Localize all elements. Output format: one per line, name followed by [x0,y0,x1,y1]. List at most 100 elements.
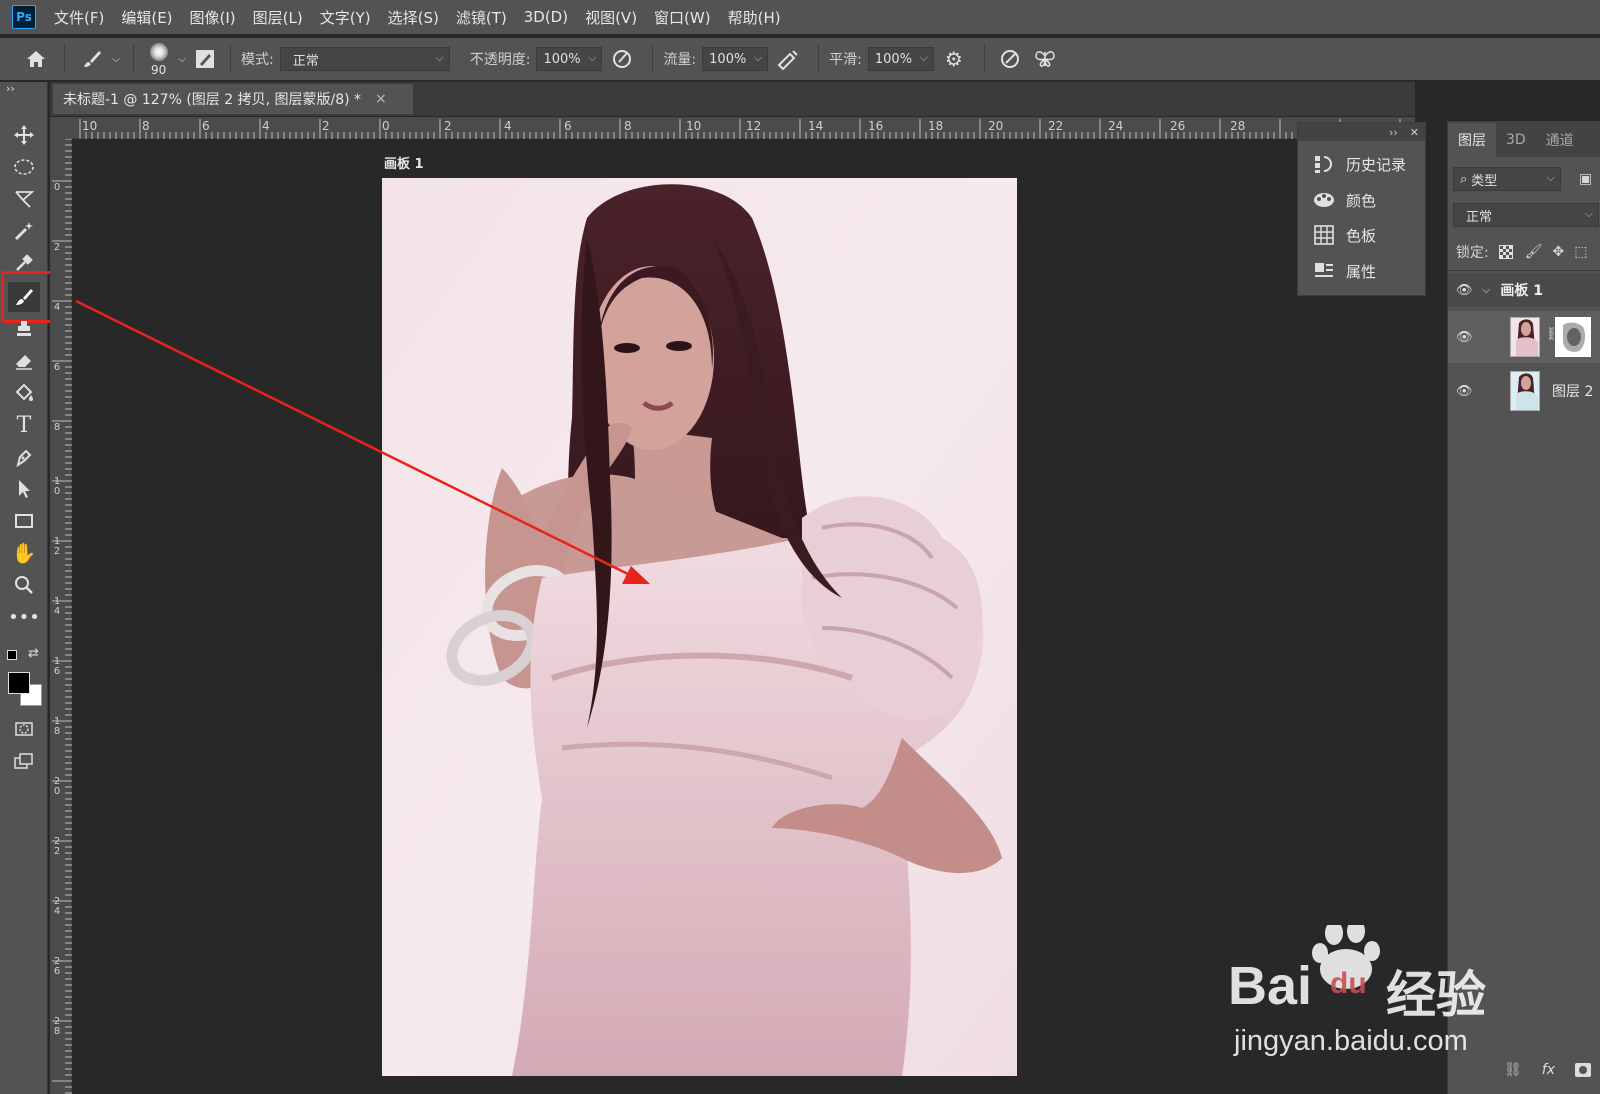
ruler-label: 1 8 [53,716,61,737]
layer-group-artboard[interactable]: 👁 ⌵ 画板 1 [1448,273,1600,307]
ruler-label: 1 6 [53,656,61,677]
zoom-tool-icon[interactable] [8,570,40,600]
vertical-ruler[interactable]: 0 2 4 6 8 1 0 1 2 1 4 1 6 1 8 2 0 2 2 2 … [50,139,72,1094]
layer-filter-dropdown[interactable]: ⌕ 类型 ⌵ [1453,167,1561,191]
lock-position-icon[interactable]: ✥ [1553,244,1565,260]
smoothing-field[interactable]: 100% ⌵ [867,47,934,71]
opacity-label: 不透明度: [469,52,531,68]
panel-swatches[interactable]: 色板 [1312,224,1376,246]
ruler-label: 8 [142,119,150,133]
lasso-tool-icon[interactable] [8,184,40,214]
panel-properties[interactable]: 属性 [1312,260,1376,282]
brush-settings-panel-icon[interactable] [190,48,220,70]
paint-bucket-tool-icon[interactable] [8,378,40,408]
history-icon [1312,153,1336,175]
close-icon[interactable]: ✕ [1410,126,1419,139]
ruler-label: 6 [53,362,61,373]
brush-size-preview[interactable]: 90 [144,39,174,79]
menu-filter[interactable]: 滤镜(T) [456,7,507,28]
foreground-color-swatch[interactable] [8,672,30,694]
document-tab[interactable]: 未标题-1 @ 127% (图层 2 拷贝, 图层蒙版/8) * × [53,84,413,114]
airbrush-icon[interactable] [768,48,808,70]
pressure-size-icon[interactable] [995,48,1025,70]
menu-image[interactable]: 图像(I) [190,7,236,28]
layer-row-layer2[interactable]: 👁 图层 2 [1448,365,1600,417]
tab-layers[interactable]: 图层 [1448,123,1496,157]
menu-select[interactable]: 选择(S) [388,7,439,28]
fx-icon[interactable]: fx [1542,1062,1555,1078]
chevron-down-icon[interactable]: ⌵ [1482,283,1490,297]
lock-pixels-icon[interactable]: 🖌 [1525,244,1543,260]
eye-icon[interactable]: 👁 [1456,384,1476,399]
lock-transparent-icon[interactable] [1498,245,1513,259]
ruler-label: 8 [53,422,61,433]
magic-wand-tool-icon[interactable] [8,216,40,246]
add-mask-icon[interactable] [1575,1063,1591,1077]
menu-file[interactable]: 文件(F) [54,7,104,28]
image-filter-icon[interactable]: ▣ [1579,171,1592,187]
screen-mode-icon[interactable] [8,746,40,776]
ruler-label: 18 [928,119,944,133]
tab-3d[interactable]: 3D [1496,123,1536,157]
horizontal-ruler[interactable]: 10 8 6 4 2 0 2 4 6 8 10 12 14 16 18 20 2… [72,117,1415,139]
ruler-label: 0 [382,119,390,133]
hand-tool-icon[interactable]: ✋ [8,538,40,568]
rectangle-tool-icon[interactable] [8,506,40,536]
chevron-down-icon[interactable]: ⌵ [109,54,123,65]
layer-mask-thumbnail[interactable] [1555,317,1591,357]
close-icon[interactable]: × [375,91,387,107]
blend-mode-dropdown[interactable]: 正常 ⌵ [1453,203,1599,227]
clone-stamp-tool-icon[interactable] [8,314,40,344]
mode-dropdown[interactable]: 正常 ⌵ [279,47,450,71]
opacity-field[interactable]: 100% ⌵ [536,47,603,71]
ruler-label: 1 4 [53,596,61,617]
path-selection-tool-icon[interactable] [8,474,40,504]
layer-row-copy[interactable]: 👁 ⛓ [1448,311,1600,363]
swatches-icon [1312,224,1336,246]
menu-edit[interactable]: 编辑(E) [121,7,172,28]
eye-icon[interactable]: 👁 [1456,330,1476,345]
menu-view[interactable]: 视图(V) [585,7,637,28]
gear-icon[interactable]: ⚙ [934,47,974,71]
menu-bar: Ps 文件(F) 编辑(E) 图像(I) 图层(L) 文字(Y) 选择(S) 滤… [0,0,1600,34]
chevron-down-icon: ⌵ [435,51,444,64]
eraser-tool-icon[interactable] [8,346,40,376]
pressure-opacity-icon[interactable] [602,48,642,70]
ruler-label: 1 0 [53,476,61,497]
type-tool-icon[interactable]: T [8,410,40,440]
panel-properties-label: 属性 [1346,262,1377,281]
mode-label: 模式: [241,52,274,68]
watermark-brand-paw: du [1330,967,1367,1000]
ruler-origin[interactable] [50,117,72,139]
pen-tool-icon[interactable] [8,442,40,472]
default-colors-icon[interactable] [7,650,17,660]
move-tool-icon[interactable] [8,120,40,150]
panel-history[interactable]: 历史记录 [1312,153,1406,175]
chevron-down-icon: ⌵ [753,51,763,64]
ruler-label: 10 [82,119,98,133]
menu-3d[interactable]: 3D(D) [524,8,568,26]
flow-field[interactable]: 100% ⌵ [702,47,769,71]
lock-artboard-icon[interactable]: ⬚ [1574,244,1587,260]
menu-window[interactable]: 窗口(W) [654,7,711,28]
menu-help[interactable]: 帮助(H) [728,7,781,28]
layers-panel-tabs: 图层 3D 通道 [1448,121,1600,157]
panel-color[interactable]: 颜色 [1312,189,1376,211]
artboard-photo[interactable] [382,178,1017,1076]
swap-colors-icon[interactable]: ⇄ [28,646,39,661]
chevron-down-icon[interactable]: ⌵ [174,54,190,65]
tab-channels[interactable]: 通道 [1536,123,1584,157]
eye-icon[interactable]: 👁 [1456,283,1476,298]
expand-panel-icon[interactable]: ›› [6,82,15,95]
collapse-icon[interactable]: ›› [1389,126,1398,139]
menu-layer[interactable]: 图层(L) [253,7,303,28]
menu-type[interactable]: 文字(Y) [320,7,371,28]
more-tools-icon[interactable]: ••• [8,602,40,632]
home-icon[interactable] [18,49,54,69]
marquee-tool-icon[interactable] [8,152,40,182]
brush-preset-icon[interactable] [75,48,109,70]
artboard-label[interactable]: 画板 1 [384,153,424,172]
quick-mask-icon[interactable] [8,714,40,744]
smoothing-label: 平滑: [829,52,862,68]
symmetry-butterfly-icon[interactable] [1025,48,1065,70]
